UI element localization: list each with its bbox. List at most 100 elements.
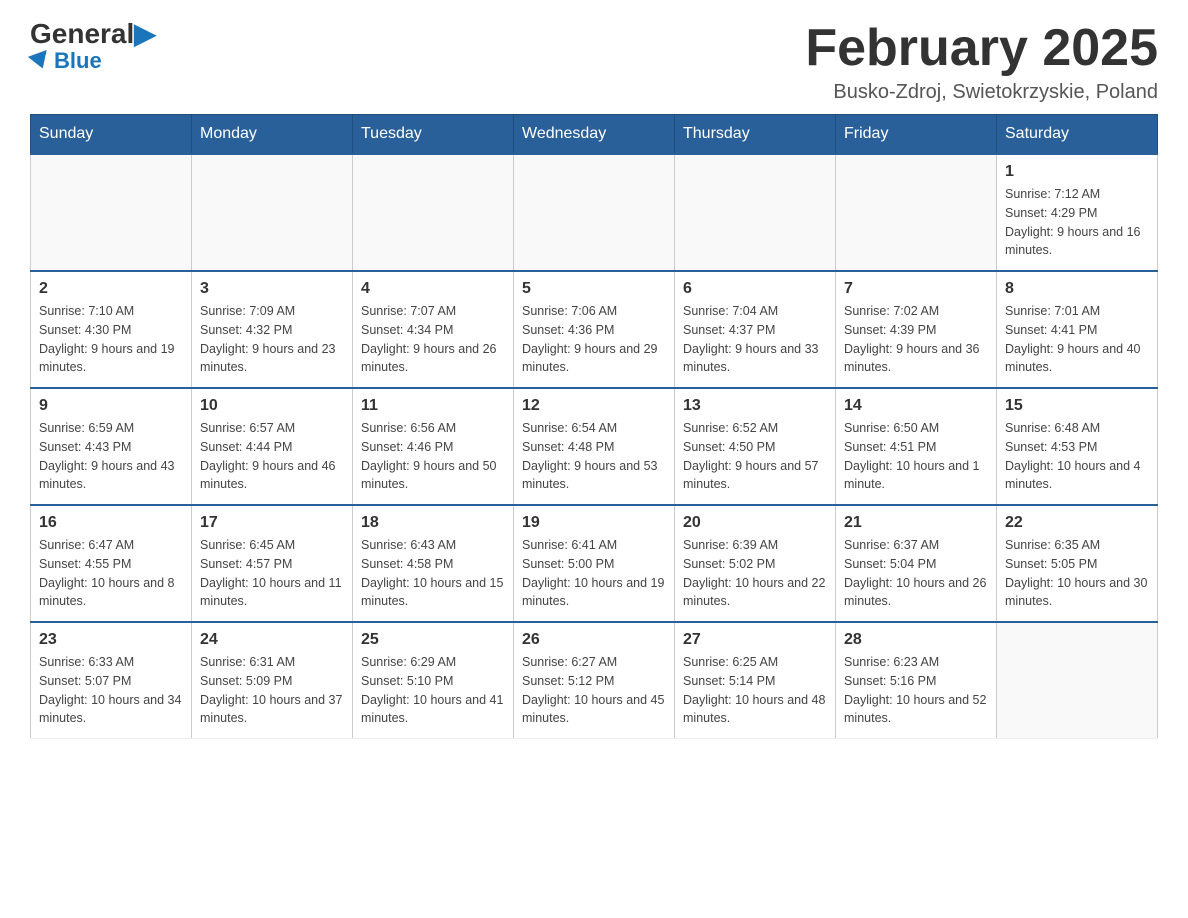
day-info: Sunrise: 6:39 AMSunset: 5:02 PMDaylight:… bbox=[683, 536, 827, 611]
day-info: Sunrise: 6:56 AMSunset: 4:46 PMDaylight:… bbox=[361, 419, 505, 494]
day-number: 5 bbox=[522, 280, 666, 298]
day-number: 28 bbox=[844, 631, 988, 649]
logo: General▶ Blue bbox=[30, 20, 156, 74]
calendar-week-row: 1Sunrise: 7:12 AMSunset: 4:29 PMDaylight… bbox=[31, 154, 1158, 271]
day-info: Sunrise: 7:12 AMSunset: 4:29 PMDaylight:… bbox=[1005, 185, 1149, 260]
day-info: Sunrise: 6:43 AMSunset: 4:58 PMDaylight:… bbox=[361, 536, 505, 611]
day-number: 26 bbox=[522, 631, 666, 649]
page-header: General▶ Blue February 2025 Busko-Zdroj,… bbox=[30, 20, 1158, 104]
calendar-cell: 9 Sunrise: 6:59 AMSunset: 4:43 PMDaylight… bbox=[31, 388, 192, 505]
calendar-cell: 15 Sunrise: 6:48 AMSunset: 4:53 PMDayligh… bbox=[997, 388, 1158, 505]
day-number: 24 bbox=[200, 631, 344, 649]
day-info: Sunrise: 6:37 AMSunset: 5:04 PMDaylight:… bbox=[844, 536, 988, 611]
title-block: February 2025 Busko-Zdroj, Swietokrzyski… bbox=[805, 20, 1158, 104]
day-number: 21 bbox=[844, 514, 988, 532]
day-number: 10 bbox=[200, 397, 344, 415]
calendar-week-row: 23 Sunrise: 6:33 AMSunset: 5:07 PMDayligh… bbox=[31, 622, 1158, 739]
logo-general-text: General▶ bbox=[30, 20, 156, 48]
calendar-week-row: 16 Sunrise: 6:47 AMSunset: 4:55 PMDayligh… bbox=[31, 505, 1158, 622]
day-info: Sunrise: 6:35 AMSunset: 5:05 PMDaylight:… bbox=[1005, 536, 1149, 611]
day-number: 14 bbox=[844, 397, 988, 415]
day-number: 23 bbox=[39, 631, 183, 649]
day-info: Sunrise: 6:59 AMSunset: 4:43 PMDaylight:… bbox=[39, 419, 183, 494]
day-number: 16 bbox=[39, 514, 183, 532]
day-info: Sunrise: 6:47 AMSunset: 4:55 PMDaylight:… bbox=[39, 536, 183, 611]
day-number: 6 bbox=[683, 280, 827, 298]
day-info: Sunrise: 6:50 AMSunset: 4:51 PMDaylight:… bbox=[844, 419, 988, 494]
calendar-cell bbox=[675, 154, 836, 271]
day-info: Sunrise: 7:09 AMSunset: 4:32 PMDaylight:… bbox=[200, 302, 344, 377]
calendar-cell: 5 Sunrise: 7:06 AMSunset: 4:36 PMDaylight… bbox=[514, 271, 675, 388]
weekday-header-wednesday: Wednesday bbox=[514, 115, 675, 155]
day-number: 11 bbox=[361, 397, 505, 415]
calendar-cell: 17 Sunrise: 6:45 AMSunset: 4:57 PMDayligh… bbox=[192, 505, 353, 622]
calendar-cell bbox=[31, 154, 192, 271]
day-number: 12 bbox=[522, 397, 666, 415]
calendar-cell: 16 Sunrise: 6:47 AMSunset: 4:55 PMDayligh… bbox=[31, 505, 192, 622]
calendar-cell: 20 Sunrise: 6:39 AMSunset: 5:02 PMDayligh… bbox=[675, 505, 836, 622]
calendar-cell: 19Sunrise: 6:41 AMSunset: 5:00 PMDayligh… bbox=[514, 505, 675, 622]
day-info: Sunrise: 7:01 AMSunset: 4:41 PMDaylight:… bbox=[1005, 302, 1149, 377]
calendar-cell: 14 Sunrise: 6:50 AMSunset: 4:51 PMDayligh… bbox=[836, 388, 997, 505]
day-info: Sunrise: 6:52 AMSunset: 4:50 PMDaylight:… bbox=[683, 419, 827, 494]
weekday-header-monday: Monday bbox=[192, 115, 353, 155]
calendar-cell: 3 Sunrise: 7:09 AMSunset: 4:32 PMDaylight… bbox=[192, 271, 353, 388]
day-number: 18 bbox=[361, 514, 505, 532]
calendar-cell: 10 Sunrise: 6:57 AMSunset: 4:44 PMDayligh… bbox=[192, 388, 353, 505]
day-number: 25 bbox=[361, 631, 505, 649]
calendar-cell bbox=[997, 622, 1158, 739]
calendar-week-row: 2 Sunrise: 7:10 AMSunset: 4:30 PMDaylight… bbox=[31, 271, 1158, 388]
calendar-cell bbox=[836, 154, 997, 271]
day-number: 3 bbox=[200, 280, 344, 298]
day-number: 15 bbox=[1005, 397, 1149, 415]
location-text: Busko-Zdroj, Swietokrzyskie, Poland bbox=[805, 81, 1158, 104]
calendar-cell: 2 Sunrise: 7:10 AMSunset: 4:30 PMDaylight… bbox=[31, 271, 192, 388]
calendar-cell bbox=[353, 154, 514, 271]
weekday-header-friday: Friday bbox=[836, 115, 997, 155]
calendar-cell: 6Sunrise: 7:04 AMSunset: 4:37 PMDaylight… bbox=[675, 271, 836, 388]
day-info: Sunrise: 6:27 AMSunset: 5:12 PMDaylight:… bbox=[522, 653, 666, 728]
day-info: Sunrise: 6:48 AMSunset: 4:53 PMDaylight:… bbox=[1005, 419, 1149, 494]
calendar-table: SundayMondayTuesdayWednesdayThursdayFrid… bbox=[30, 114, 1158, 739]
day-number: 22 bbox=[1005, 514, 1149, 532]
calendar-cell: 1Sunrise: 7:12 AMSunset: 4:29 PMDaylight… bbox=[997, 154, 1158, 271]
calendar-cell: 4Sunrise: 7:07 AMSunset: 4:34 PMDaylight… bbox=[353, 271, 514, 388]
day-info: Sunrise: 6:31 AMSunset: 5:09 PMDaylight:… bbox=[200, 653, 344, 728]
day-number: 9 bbox=[39, 397, 183, 415]
weekday-header-tuesday: Tuesday bbox=[353, 115, 514, 155]
calendar-cell: 12Sunrise: 6:54 AMSunset: 4:48 PMDayligh… bbox=[514, 388, 675, 505]
day-number: 2 bbox=[39, 280, 183, 298]
day-info: Sunrise: 7:06 AMSunset: 4:36 PMDaylight:… bbox=[522, 302, 666, 377]
calendar-cell bbox=[192, 154, 353, 271]
calendar-cell: 23 Sunrise: 6:33 AMSunset: 5:07 PMDayligh… bbox=[31, 622, 192, 739]
calendar-cell: 21 Sunrise: 6:37 AMSunset: 5:04 PMDayligh… bbox=[836, 505, 997, 622]
day-number: 7 bbox=[844, 280, 988, 298]
calendar-cell: 22 Sunrise: 6:35 AMSunset: 5:05 PMDayligh… bbox=[997, 505, 1158, 622]
logo-triangle-icon: ▶ bbox=[134, 18, 156, 49]
day-info: Sunrise: 7:10 AMSunset: 4:30 PMDaylight:… bbox=[39, 302, 183, 377]
day-info: Sunrise: 6:57 AMSunset: 4:44 PMDaylight:… bbox=[200, 419, 344, 494]
day-number: 20 bbox=[683, 514, 827, 532]
calendar-cell: 13 Sunrise: 6:52 AMSunset: 4:50 PMDayligh… bbox=[675, 388, 836, 505]
calendar-week-row: 9 Sunrise: 6:59 AMSunset: 4:43 PMDaylight… bbox=[31, 388, 1158, 505]
day-info: Sunrise: 6:23 AMSunset: 5:16 PMDaylight:… bbox=[844, 653, 988, 728]
day-number: 4 bbox=[361, 280, 505, 298]
day-info: Sunrise: 6:33 AMSunset: 5:07 PMDaylight:… bbox=[39, 653, 183, 728]
day-info: Sunrise: 6:45 AMSunset: 4:57 PMDaylight:… bbox=[200, 536, 344, 611]
calendar-cell: 7Sunrise: 7:02 AMSunset: 4:39 PMDaylight… bbox=[836, 271, 997, 388]
calendar-cell: 11 Sunrise: 6:56 AMSunset: 4:46 PMDayligh… bbox=[353, 388, 514, 505]
day-number: 17 bbox=[200, 514, 344, 532]
calendar-cell: 8Sunrise: 7:01 AMSunset: 4:41 PMDaylight… bbox=[997, 271, 1158, 388]
calendar-cell: 28 Sunrise: 6:23 AMSunset: 5:16 PMDayligh… bbox=[836, 622, 997, 739]
logo-blue-triangle bbox=[28, 50, 52, 72]
calendar-cell: 24 Sunrise: 6:31 AMSunset: 5:09 PMDayligh… bbox=[192, 622, 353, 739]
day-number: 13 bbox=[683, 397, 827, 415]
day-info: Sunrise: 6:29 AMSunset: 5:10 PMDaylight:… bbox=[361, 653, 505, 728]
day-info: Sunrise: 6:41 AMSunset: 5:00 PMDaylight:… bbox=[522, 536, 666, 611]
calendar-cell: 27Sunrise: 6:25 AMSunset: 5:14 PMDayligh… bbox=[675, 622, 836, 739]
logo-blue-text: Blue bbox=[30, 48, 102, 74]
weekday-header-saturday: Saturday bbox=[997, 115, 1158, 155]
weekday-header-sunday: Sunday bbox=[31, 115, 192, 155]
calendar-cell bbox=[514, 154, 675, 271]
day-info: Sunrise: 6:25 AMSunset: 5:14 PMDaylight:… bbox=[683, 653, 827, 728]
